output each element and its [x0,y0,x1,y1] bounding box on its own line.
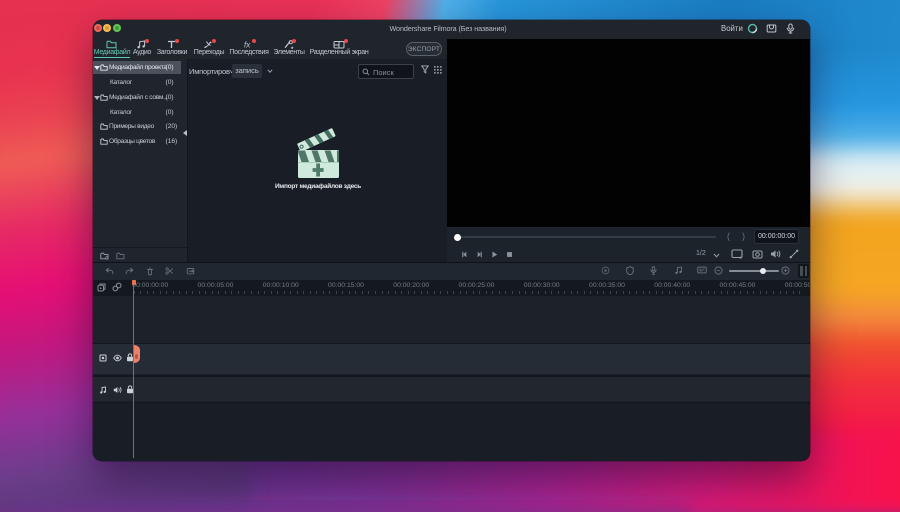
svg-text:fx: fx [244,41,251,50]
